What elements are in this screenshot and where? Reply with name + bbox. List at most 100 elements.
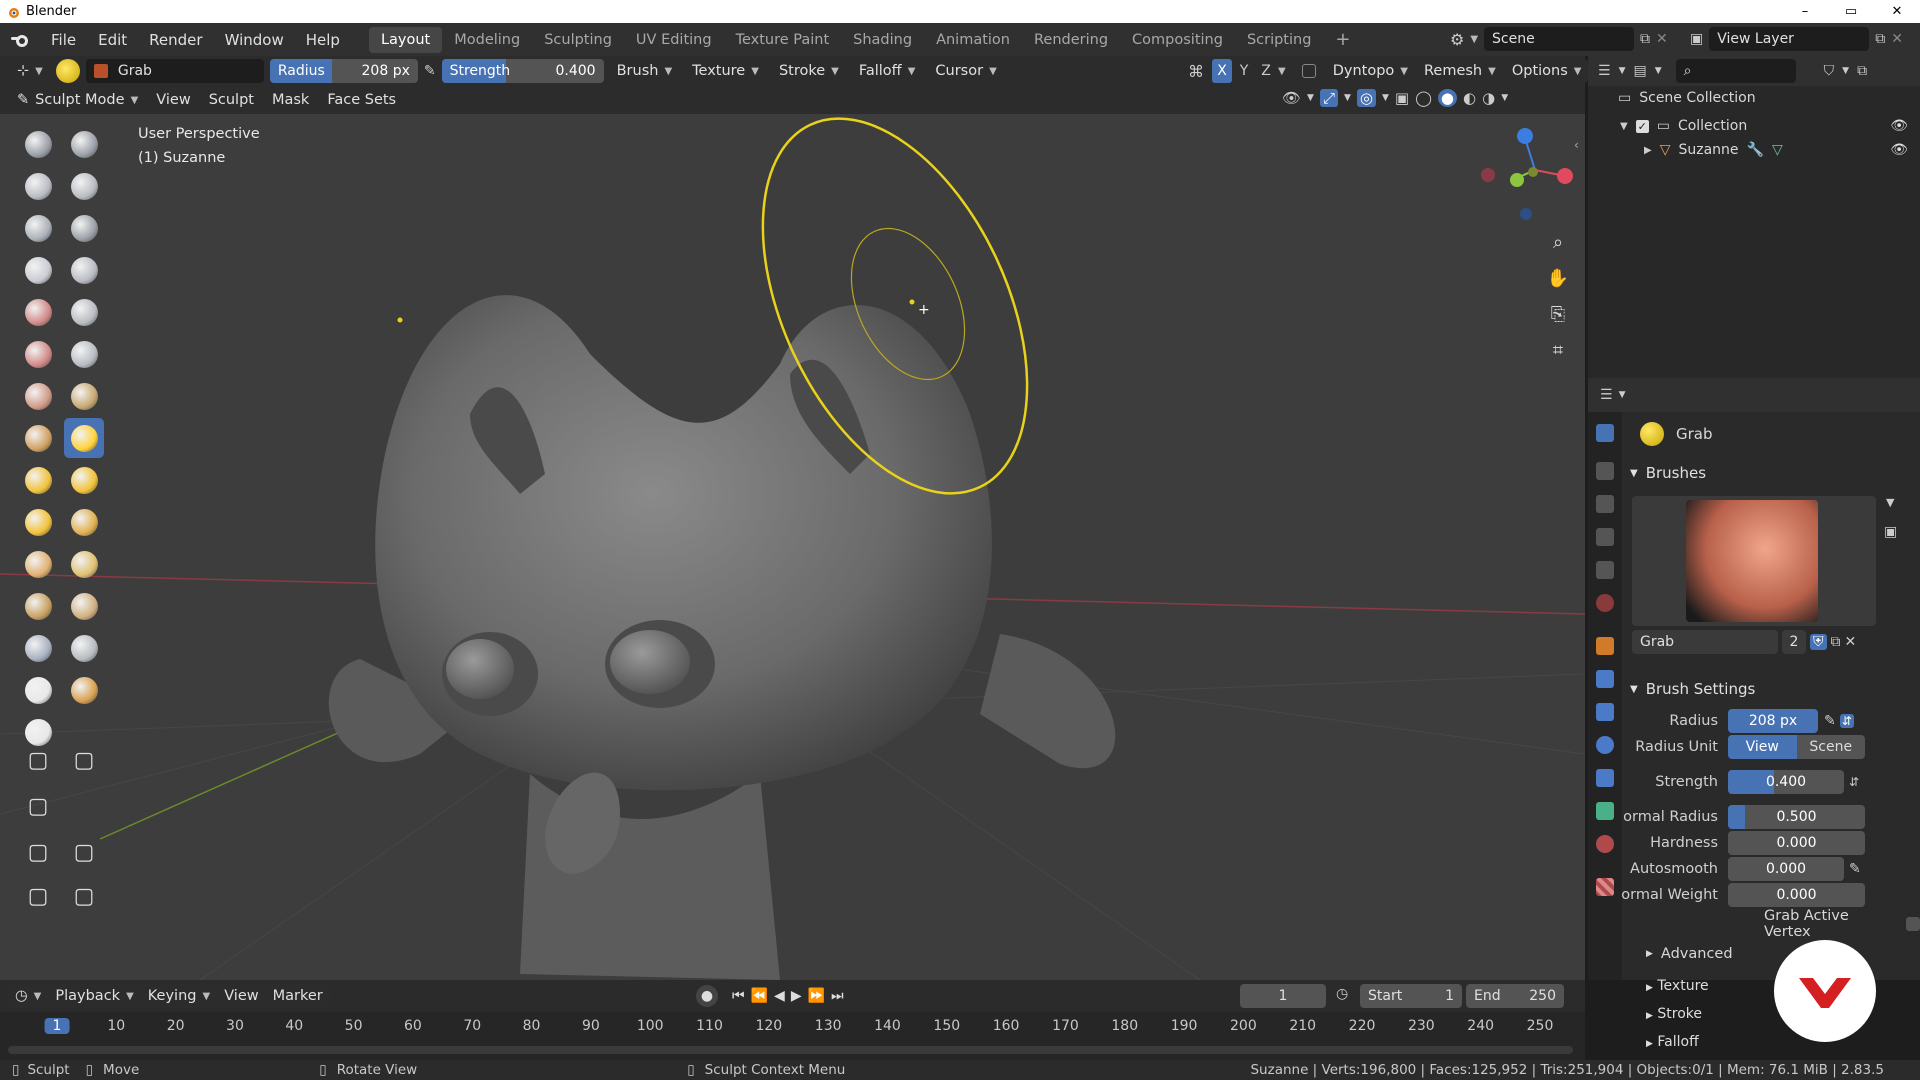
view-layer-icon[interactable]: ▣ [1690,31,1703,47]
material-tab-icon[interactable] [1596,835,1614,853]
symmetry-icon[interactable]: ⌘ [1188,62,1204,81]
physics-tab-icon[interactable] [1596,736,1614,754]
tool-draw-button[interactable] [18,124,58,164]
remove-view-layer-icon[interactable]: ✕ [1891,31,1903,47]
expand-arrow-icon[interactable]: ▶ [1644,145,1652,156]
radius-pressure-icon[interactable]: ✎ [1824,713,1836,729]
mesh-data-tab-icon[interactable] [1596,802,1614,820]
view-menu[interactable]: View [149,88,198,112]
remove-scene-icon[interactable]: ✕ [1656,31,1668,47]
new-scene-icon[interactable]: ⧉ [1640,31,1650,47]
tool-blob-button[interactable] [64,250,104,290]
tool-mask-button[interactable] [18,670,58,710]
properties-editor-icon[interactable]: ☰ [1600,387,1613,403]
modifier-wrench-icon[interactable]: 🔧 [1747,142,1764,158]
tool-rotate-button[interactable] [64,544,104,584]
rendered-shading-icon[interactable]: ◑ [1482,89,1495,107]
remesh-menu[interactable]: Remesh ▼ [1416,59,1503,83]
brush-browse-icon[interactable]: ▣ [1884,524,1897,540]
unlink-brush-icon[interactable]: ✕ [1845,634,1857,650]
tool-elastic-deform-button[interactable] [18,460,58,500]
mirror-z-toggle[interactable]: Z [1256,59,1276,83]
next-keyframe-icon[interactable]: ⏩ [808,988,825,1004]
menu-render[interactable]: Render [138,23,213,56]
options-menu[interactable]: Options ▼ [1504,59,1589,83]
move-button[interactable]: ▢ [18,832,58,872]
expand-arrow-icon[interactable]: ▼ [1620,121,1628,132]
sidebar-toggle-icon[interactable]: ‹ [1574,138,1579,152]
radius-unit-view-option[interactable]: View [1728,735,1797,759]
current-frame-field[interactable]: 1 [1240,984,1326,1008]
sculpt-menu[interactable]: Sculpt [201,88,261,112]
tool-pinch-button[interactable] [18,418,58,458]
playback-menu[interactable]: Playback ▼ [48,984,141,1008]
radius-pressure-icon[interactable]: ✎ [424,63,436,79]
workspace-tab-texture-paint[interactable]: Texture Paint [724,27,842,53]
radius-prop-field[interactable]: 208 px [1728,709,1818,733]
output-tab-icon[interactable] [1596,495,1614,513]
tool-flatten-button[interactable] [18,334,58,374]
advanced-subpanel[interactable]: ▶ Advanced [1646,946,1733,962]
tool-fill-button[interactable] [64,334,104,374]
marker-menu[interactable]: Marker [265,984,330,1008]
close-window-button[interactable]: ✕ [1874,0,1920,23]
workspace-tab-rendering[interactable]: Rendering [1022,27,1120,53]
timeline-view-menu[interactable]: View [217,984,266,1008]
workspace-tab-sculpting[interactable]: Sculpting [532,27,624,53]
ortho-grid-icon[interactable]: ⌗ [1544,336,1572,364]
visibility-icon[interactable]: 👁 [1282,89,1301,107]
outliner-editor-icon[interactable]: ☰ [1598,63,1611,79]
chevron-down-icon[interactable]: ▼ [1886,496,1894,509]
menu-window[interactable]: Window [214,23,295,56]
cursor-menu[interactable]: Cursor ▼ [928,59,1004,83]
end-frame-field[interactable]: End 250 [1466,984,1564,1008]
start-frame-field[interactable]: Start 1 [1360,984,1462,1008]
normal-weight-field[interactable]: 0.000 [1728,883,1865,907]
xray-icon[interactable]: ▣ [1395,89,1409,107]
brush-preview-box[interactable] [1632,496,1876,626]
fake-user-shield-icon[interactable]: ⛨ [1810,634,1827,650]
world-tab-icon[interactable] [1596,594,1614,612]
tool-clay-thumb-button[interactable] [18,208,58,248]
overlays-icon[interactable]: ◎ [1356,89,1376,107]
constraints-tab-icon[interactable] [1596,769,1614,787]
falloff-menu[interactable]: Falloff ▼ [851,59,923,83]
workspace-tab-shading[interactable]: Shading [841,27,924,53]
tool-snake-hook-button[interactable] [64,460,104,500]
strength-pressure-icon[interactable]: ⇵ [1849,775,1859,789]
workspace-tab-compositing[interactable]: Compositing [1120,27,1235,53]
workspace-tab-modeling[interactable]: Modeling [442,27,532,53]
tool-clay-button[interactable] [18,166,58,206]
timeline-scrollbar[interactable] [8,1046,1573,1054]
new-view-layer-icon[interactable]: ⧉ [1875,31,1885,47]
material-shading-icon[interactable]: ◐ [1463,89,1476,107]
add-workspace-button[interactable]: + [1323,27,1362,53]
jump-start-icon[interactable]: ⏮ [732,988,745,1004]
view-layer-field[interactable]: View Layer [1709,27,1870,51]
maximize-button[interactable]: ▭ [1828,0,1874,23]
workspace-tab-scripting[interactable]: Scripting [1235,27,1323,53]
box-mask-button[interactable]: ▢ [18,740,58,780]
camera-icon[interactable]: ⎘ [1544,300,1572,328]
particles-tab-icon[interactable] [1596,703,1614,721]
record-icon[interactable]: ● [696,985,718,1007]
modifier-tab-icon[interactable] [1596,670,1614,688]
tool-inflate-button[interactable] [18,250,58,290]
prev-keyframe-icon[interactable]: ⏪ [751,988,768,1004]
mask-menu[interactable]: Mask [264,88,317,112]
radius-jitter-icon[interactable]: ⇵ [1839,714,1854,728]
tool-thumb-button[interactable] [18,502,58,542]
dyntopo-menu[interactable]: Dyntopo ▼ [1325,59,1415,83]
texture-menu[interactable]: Texture ▼ [685,59,766,83]
stroke-subpanel[interactable]: ▶ Stroke [1646,1006,1702,1022]
box-face-set-button[interactable]: ▢ [18,786,58,826]
render-tab-icon[interactable] [1596,462,1614,480]
falloff-subpanel[interactable]: ▶ Falloff [1646,1034,1699,1050]
brush-menu[interactable]: Brush ▼ [609,59,680,83]
texture-tab-icon[interactable] [1596,878,1614,896]
view-layer-tab-icon[interactable] [1596,528,1614,546]
workspace-tab-animation[interactable]: Animation [924,27,1022,53]
mesh-data-icon[interactable]: ▽ [1772,142,1783,158]
new-collection-icon[interactable]: ⧉ [1857,63,1867,79]
tool-tab-icon[interactable] [1596,424,1614,442]
